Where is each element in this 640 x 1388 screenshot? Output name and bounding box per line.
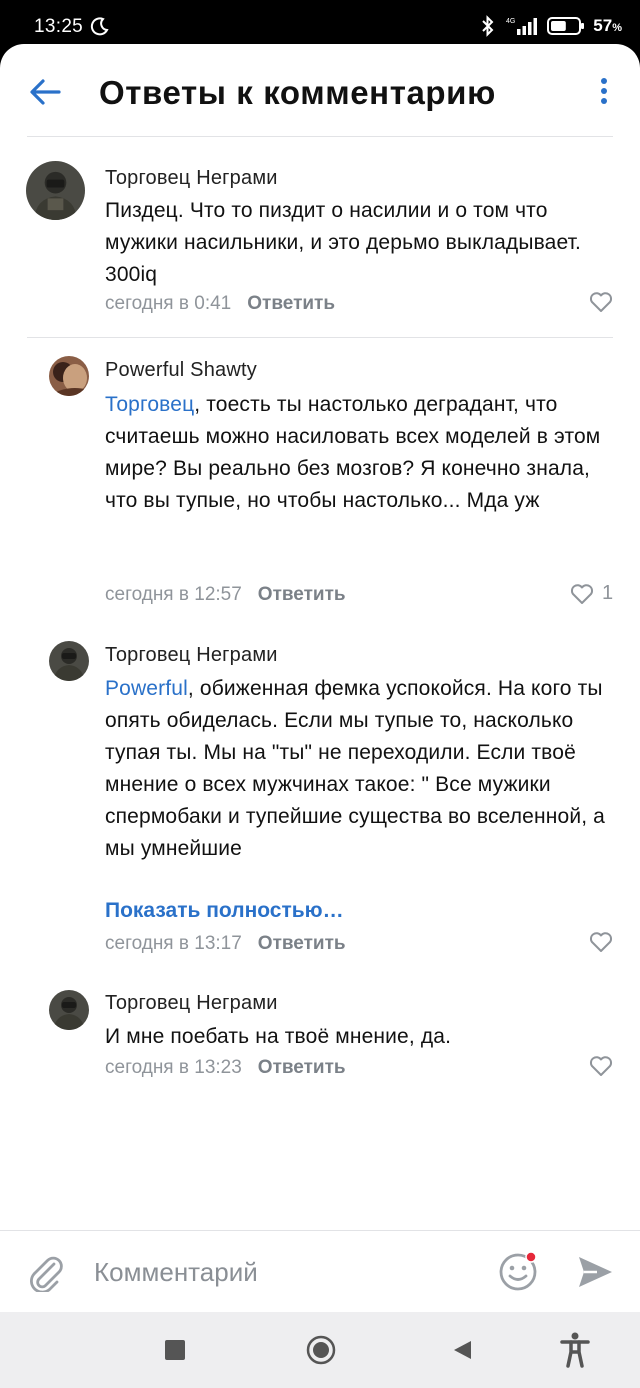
heart-icon xyxy=(589,1056,613,1076)
battery-icon xyxy=(547,17,585,35)
moon-icon xyxy=(90,17,109,36)
more-vertical-icon[interactable] xyxy=(592,76,616,108)
like-button[interactable] xyxy=(589,291,613,313)
comment-time: сегодня в 0:41 xyxy=(105,293,232,314)
stop-square-icon[interactable] xyxy=(164,1339,186,1361)
top-divider xyxy=(27,136,613,137)
status-icons: 4G 57% xyxy=(481,15,622,37)
back-triangle-icon[interactable] xyxy=(451,1339,473,1361)
heart-icon xyxy=(589,292,613,312)
back-arrow-icon[interactable] xyxy=(26,74,64,110)
bluetooth-icon xyxy=(482,15,494,37)
reply-button[interactable]: Ответить xyxy=(247,293,335,314)
comment-meta: сегодня в 12:57 Ответить xyxy=(105,584,346,606)
svg-text:4G: 4G xyxy=(506,18,515,25)
system-nav-bar xyxy=(0,1312,640,1388)
status-time: 13:25 xyxy=(34,16,84,37)
comment-input[interactable] xyxy=(94,1249,474,1295)
comment-author[interactable]: Powerful Shawty xyxy=(105,359,257,382)
comment-time: сегодня в 12:57 xyxy=(105,584,242,605)
like-button[interactable] xyxy=(589,1055,613,1077)
battery-percent: 57% xyxy=(593,16,622,35)
heart-icon xyxy=(570,583,594,604)
app-surface: Ответы к комментарию Торговец Неграми Пи… xyxy=(0,44,640,1312)
emoji-icon[interactable] xyxy=(498,1250,540,1292)
mention-link[interactable]: Торговец xyxy=(105,393,194,416)
home-circle-icon[interactable] xyxy=(305,1334,337,1366)
comment-author[interactable]: Торговец Неграми xyxy=(105,644,278,667)
comment-time: сегодня в 13:17 xyxy=(105,933,242,954)
mention-link[interactable]: Powerful xyxy=(105,677,188,700)
like-count: 1 xyxy=(602,582,614,604)
reply-button[interactable]: Ответить xyxy=(258,1057,346,1078)
comment-composer xyxy=(0,1231,640,1312)
comment-text: И мне поебать на твоё мнение, да. xyxy=(105,1025,452,1048)
comment-text: Powerful, обиженная фемка успокойся. На … xyxy=(105,677,606,860)
comment-author[interactable]: Торговец Неграми xyxy=(105,167,278,190)
avatar[interactable] xyxy=(49,356,89,396)
show-full-button[interactable]: Показать полностью… xyxy=(105,899,344,923)
top-bar: Ответы к комментарию xyxy=(0,44,640,136)
page-title: Ответы к комментарию xyxy=(99,74,496,111)
divider xyxy=(27,337,613,338)
comment-author[interactable]: Торговец Неграми xyxy=(105,992,278,1015)
comment-meta: сегодня в 13:23 Ответить xyxy=(105,1057,346,1079)
comment-time: сегодня в 13:23 xyxy=(105,1057,242,1078)
signal-icon: 4G xyxy=(506,18,538,35)
avatar[interactable] xyxy=(49,990,89,1030)
avatar[interactable] xyxy=(26,161,85,220)
comment-meta: сегодня в 13:17 Ответить xyxy=(105,933,346,955)
accessibility-icon[interactable] xyxy=(560,1332,590,1368)
reply-button[interactable]: Ответить xyxy=(258,584,346,605)
send-icon[interactable] xyxy=(575,1253,615,1291)
comment-text: Торговец, тоесть ты настолько деградант,… xyxy=(105,393,601,512)
comment-meta: сегодня в 0:41 Ответить xyxy=(105,293,335,315)
paperclip-icon[interactable] xyxy=(26,1252,66,1292)
heart-icon xyxy=(589,932,613,952)
like-button[interactable]: 1 xyxy=(570,582,613,605)
reply-button[interactable]: Ответить xyxy=(258,933,346,954)
avatar[interactable] xyxy=(49,641,89,681)
comment-text: Пиздец. Что то пиздит о насилии и о том … xyxy=(105,199,582,286)
like-button[interactable] xyxy=(589,931,613,953)
